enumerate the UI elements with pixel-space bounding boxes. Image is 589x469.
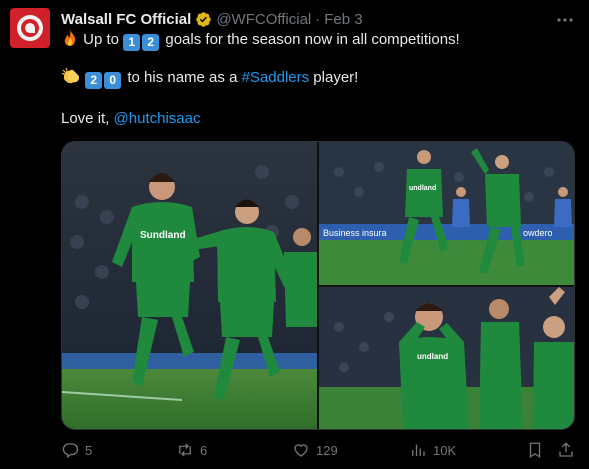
photo-celebration-pointing[interactable]: undland [319, 287, 574, 429]
share-button[interactable] [557, 441, 581, 459]
heart-icon [294, 444, 308, 457]
reply-button[interactable]: 5 [61, 441, 92, 459]
more-options-icon[interactable] [555, 10, 575, 30]
hashtag-link[interactable]: #Saddlers [242, 69, 310, 86]
line2-suffix: player! [313, 69, 359, 86]
author-handle[interactable]: @WFCOfficial [216, 11, 311, 28]
swift-crest-icon [25, 23, 35, 33]
verified-badge-icon [196, 11, 212, 27]
views-button[interactable]: 10K [409, 441, 456, 459]
repost-icon [179, 443, 191, 457]
photo-celebration-two-players[interactable]: Sundland [62, 142, 317, 429]
line1-prefix: Up to [83, 31, 120, 48]
kit-sponsor-text: undland [417, 352, 448, 361]
separator-dot: · [315, 10, 321, 28]
fire-emoji-icon [64, 30, 76, 46]
keycap-digit: 1 [123, 34, 141, 51]
line3-prefix: Love it, [61, 110, 110, 127]
tweet-text-line-1: Up to 12 goals for the season now in all… [61, 29, 460, 51]
bookmark-icon [529, 442, 541, 459]
ad-board-text: Business insura [323, 228, 387, 238]
keycap-digit: 2 [85, 72, 103, 89]
tweet-header: Walsall FC Official @WFCOfficial · Feb 3 [61, 9, 363, 29]
ad-board-text-2: owdero [523, 228, 553, 238]
keycap-digit: 0 [104, 72, 122, 89]
author-name[interactable]: Walsall FC Official [61, 11, 191, 28]
like-count: 129 [316, 442, 338, 458]
line1-suffix: goals for the season now in all competit… [165, 31, 460, 48]
line2-middle: to his name as a [127, 69, 238, 86]
tweet-text-line-2: 20 to his name as a #Saddlers player! [61, 67, 358, 89]
photo-celebration-running[interactable]: Business insura owdero undland [319, 142, 574, 285]
views-chart-icon [412, 444, 425, 456]
repost-count: 6 [200, 442, 208, 458]
reply-icon [62, 443, 79, 459]
clapping-hands-emoji-icon [61, 67, 80, 84]
share-icon [559, 442, 573, 457]
bookmark-button[interactable] [526, 441, 550, 459]
tweet-date[interactable]: Feb 3 [324, 11, 362, 28]
reply-count: 5 [85, 442, 93, 458]
kit-sponsor-text: Sundland [140, 230, 186, 241]
tweet-text-line-3: Love it, @hutchisaac [61, 109, 201, 129]
kit-sponsor-text: undland [409, 185, 436, 192]
repost-button[interactable]: 6 [176, 441, 207, 459]
action-bar: 5 6 129 10K [61, 441, 577, 465]
views-count: 10K [433, 442, 457, 458]
avatar[interactable] [10, 8, 50, 48]
keycap-digit: 2 [142, 34, 160, 51]
media-grid: Sundland Business insura owdero undland … [61, 141, 575, 430]
like-button[interactable]: 129 [292, 441, 338, 459]
mention-link[interactable]: @hutchisaac [114, 110, 201, 127]
